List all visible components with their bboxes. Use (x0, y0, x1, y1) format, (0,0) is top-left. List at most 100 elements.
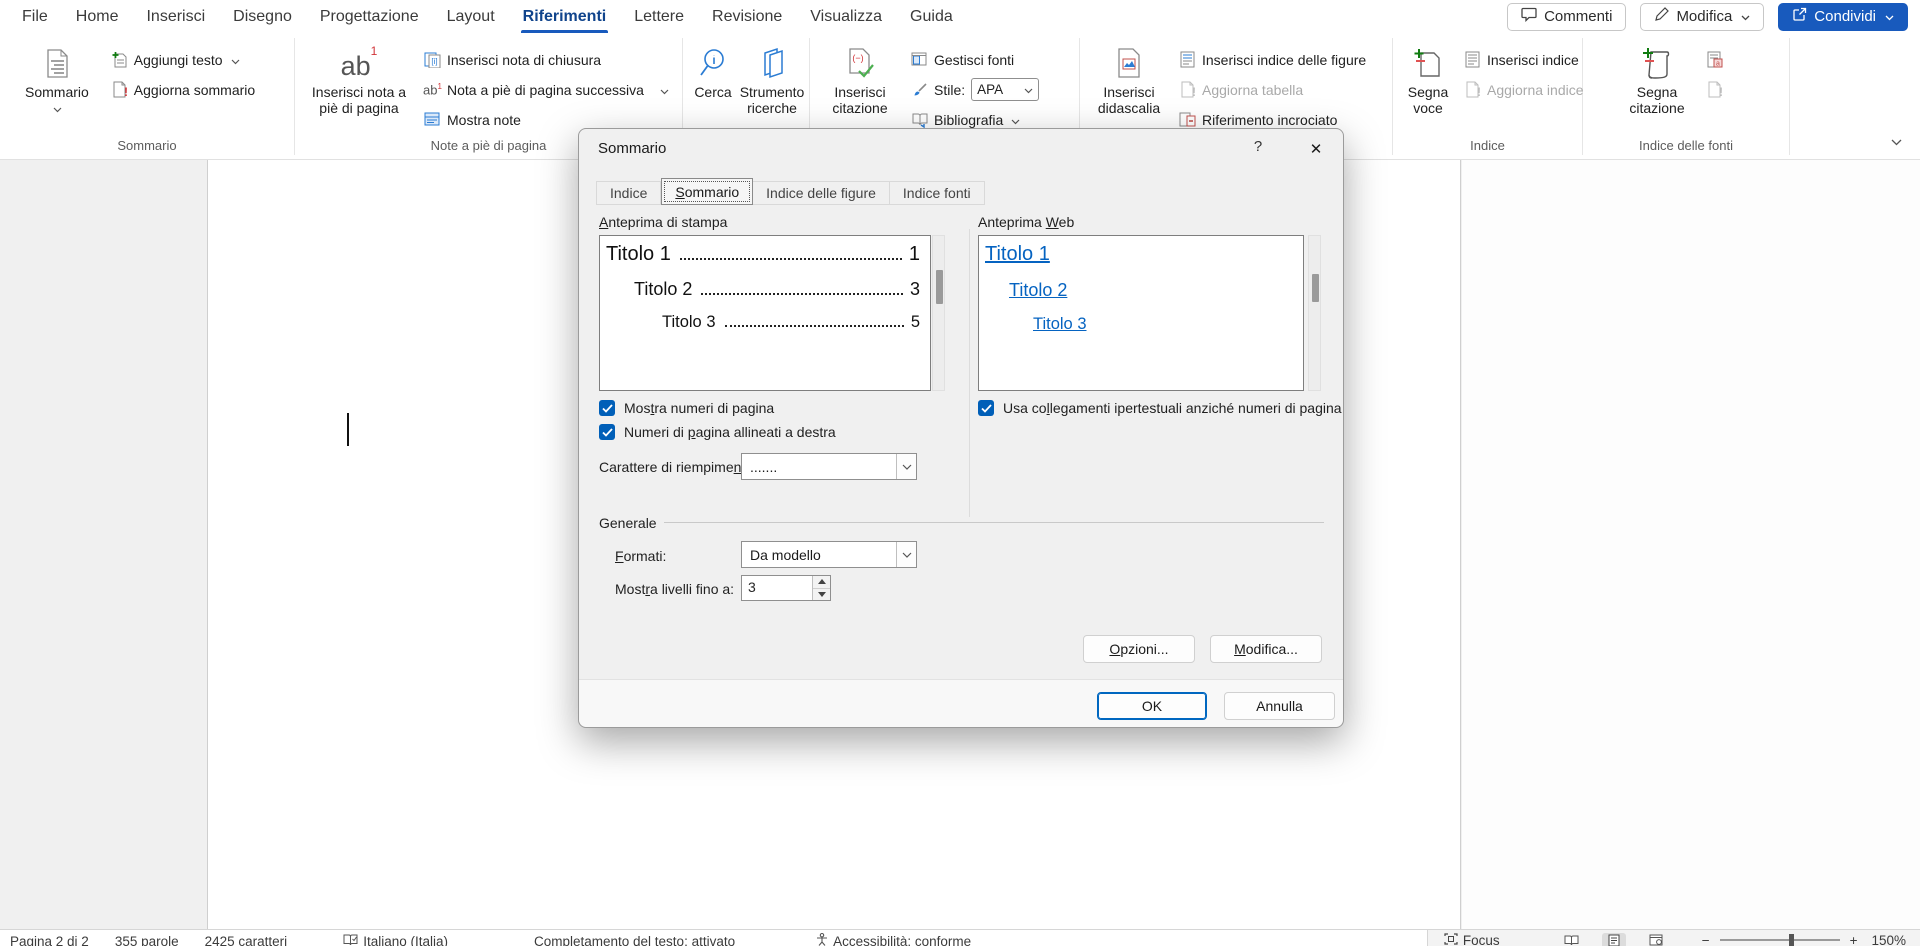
chevron-down-icon (1024, 82, 1033, 97)
update-table-of-authorities-button: ! (1701, 77, 1728, 102)
language-label: Italiano (Italia) (363, 934, 448, 946)
dialog-tab-indice-figure[interactable]: Indice delle figure (753, 181, 890, 205)
print-preview-scrollbar[interactable] (932, 235, 945, 391)
show-page-numbers-checkbox[interactable]: Mostra numeri di pagina (599, 400, 774, 416)
zoom-in-icon[interactable]: + (1850, 933, 1858, 946)
formats-select[interactable]: Da modello (741, 541, 917, 568)
web-layout-view-icon[interactable] (1644, 933, 1668, 946)
mark-entry-button[interactable]: Segna voce (1397, 38, 1459, 116)
search-label: Cerca (694, 84, 731, 100)
cancel-button[interactable]: Annulla (1224, 692, 1335, 720)
tab-home[interactable]: Home (62, 0, 133, 33)
web-preview-row: Titolo 2 (985, 280, 1293, 301)
insert-endnote-label: Inserisci nota di chiusura (447, 52, 601, 68)
proofing-language[interactable]: Italiano (Italia) (343, 934, 448, 946)
web-preview-scrollbar[interactable] (1308, 235, 1321, 391)
insert-caption-button[interactable]: Inserisci didascalia (1084, 38, 1174, 116)
update-table-icon: ! (1179, 81, 1196, 98)
tab-guida[interactable]: Guida (896, 0, 967, 33)
add-text-button[interactable]: Aggiungi testo (106, 47, 260, 72)
modify-button[interactable]: Modifica... (1210, 635, 1322, 663)
close-icon[interactable]: ✕ (1301, 136, 1331, 162)
editing-mode-button[interactable]: Modifica (1640, 3, 1764, 31)
tab-layout[interactable]: Layout (433, 0, 509, 33)
page-indicator[interactable]: Pagina 2 di 2 (10, 934, 89, 946)
ok-button[interactable]: OK (1097, 692, 1207, 720)
chevron-down-icon (1741, 8, 1750, 25)
next-footnote-button[interactable]: ab1 Nota a piè di pagina successiva (419, 77, 674, 102)
svg-text:!: ! (1477, 85, 1481, 98)
manage-sources-button[interactable]: Gestisci fonti (906, 47, 1044, 72)
update-toc-button[interactable]: ! Aggiorna sommario (106, 77, 260, 102)
text-prediction-status[interactable]: Completamento del testo: attivato (534, 934, 735, 946)
show-levels-spinner[interactable]: 3 (741, 575, 831, 601)
zoom-slider-thumb[interactable] (1789, 934, 1794, 946)
toc-web-link: Titolo 3 (1033, 315, 1087, 334)
spinner-up-icon[interactable] (813, 576, 830, 589)
citation-style-row: Stile: APA (906, 77, 1044, 102)
right-align-numbers-checkbox[interactable]: Numeri di pagina allineati a destra (599, 424, 836, 440)
print-layout-view-icon[interactable] (1602, 933, 1626, 946)
word-window: File Home Inserisci Disegno Progettazion… (0, 0, 1920, 946)
web-preview-row: Titolo 3 (985, 315, 1293, 334)
use-hyperlinks-checkbox[interactable]: Usa collegamenti ipertestuali anziché nu… (978, 400, 1342, 416)
citation-style-select[interactable]: APA (971, 78, 1039, 101)
zoom-level[interactable]: 150% (1871, 933, 1906, 946)
dialog-footer: OK Annulla (579, 679, 1343, 727)
help-icon[interactable]: ? (1247, 138, 1269, 160)
tab-revisione[interactable]: Revisione (698, 0, 796, 33)
dialog-tab-indice[interactable]: Indice (596, 181, 661, 205)
insert-table-of-figures-button[interactable]: Inserisci indice delle figure (1174, 47, 1371, 72)
scrollbar-thumb[interactable] (1312, 274, 1319, 302)
spinner-down-icon[interactable] (813, 589, 830, 601)
insert-citation-button[interactable]: (−) Inserisci citazione (814, 38, 906, 116)
zoom-slider[interactable] (1720, 939, 1840, 941)
tab-leader-select[interactable]: ....... (741, 453, 917, 480)
options-button[interactable]: Opzioni... (1083, 635, 1195, 663)
focus-mode-button[interactable]: Focus (1444, 933, 1500, 946)
insert-table-of-authorities-button[interactable]: a (1701, 47, 1728, 72)
dialog-tab-sommario[interactable]: Sommario (661, 178, 753, 205)
dialog-titlebar[interactable]: Sommario ? ✕ (579, 129, 1343, 171)
tab-riferimenti[interactable]: Riferimenti (509, 0, 621, 33)
web-preview-label: Anteprima Web (978, 214, 1074, 230)
read-mode-view-icon[interactable] (1560, 933, 1584, 946)
accessibility-status[interactable]: Accessibilità: conforme (816, 933, 971, 946)
tab-inserisci[interactable]: Inserisci (132, 0, 219, 33)
comments-button[interactable]: Commenti (1507, 3, 1626, 31)
tab-progettazione[interactable]: Progettazione (306, 0, 433, 33)
svg-text:a: a (1716, 61, 1720, 68)
comments-label: Commenti (1544, 8, 1612, 25)
insert-endnote-button[interactable]: [i] Inserisci nota di chiusura (419, 47, 674, 72)
toc-entry-title: Titolo 1 (606, 243, 671, 266)
style-label: Stile: (934, 82, 965, 98)
tab-file[interactable]: File (8, 0, 62, 33)
toc-entry-page: 5 (911, 313, 920, 332)
word-count[interactable]: 355 parole (115, 934, 179, 946)
chevron-down-icon[interactable] (896, 454, 916, 479)
tab-visualizza[interactable]: Visualizza (796, 0, 896, 33)
researcher-button[interactable]: Strumento ricerche (739, 38, 805, 116)
search-button[interactable]: Cerca (687, 38, 739, 100)
scrollbar-thumb[interactable] (936, 270, 943, 304)
style-brush-icon (911, 81, 928, 98)
collapse-ribbon-icon[interactable] (1891, 133, 1902, 151)
tab-lettere[interactable]: Lettere (620, 0, 698, 33)
tab-disegno[interactable]: Disegno (219, 0, 306, 33)
insert-index-button[interactable]: Inserisci indice (1459, 47, 1589, 72)
chevron-down-icon[interactable] (896, 542, 916, 567)
update-index-icon: ! (1464, 81, 1481, 98)
bibliography-icon (911, 111, 928, 128)
researcher-label: Strumento ricerche (739, 84, 805, 116)
char-count[interactable]: 2425 caratteri (205, 934, 288, 946)
zoom-out-icon[interactable]: − (1702, 933, 1710, 946)
canvas-right-margin (1462, 160, 1920, 929)
view-switcher (1560, 933, 1668, 946)
share-button[interactable]: Condividi (1778, 3, 1908, 31)
insert-footnote-button[interactable]: ab1 Inserisci nota a piè di pagina (299, 38, 419, 116)
pencil-icon (1654, 7, 1669, 26)
toc-button[interactable]: Sommario (18, 38, 96, 118)
dialog-tab-indice-fonti[interactable]: Indice fonti (890, 181, 985, 205)
toc-dialog: Sommario ? ✕ Indice Sommario Indice dell… (578, 128, 1344, 728)
mark-citation-button[interactable]: Segna citazione (1613, 38, 1701, 116)
